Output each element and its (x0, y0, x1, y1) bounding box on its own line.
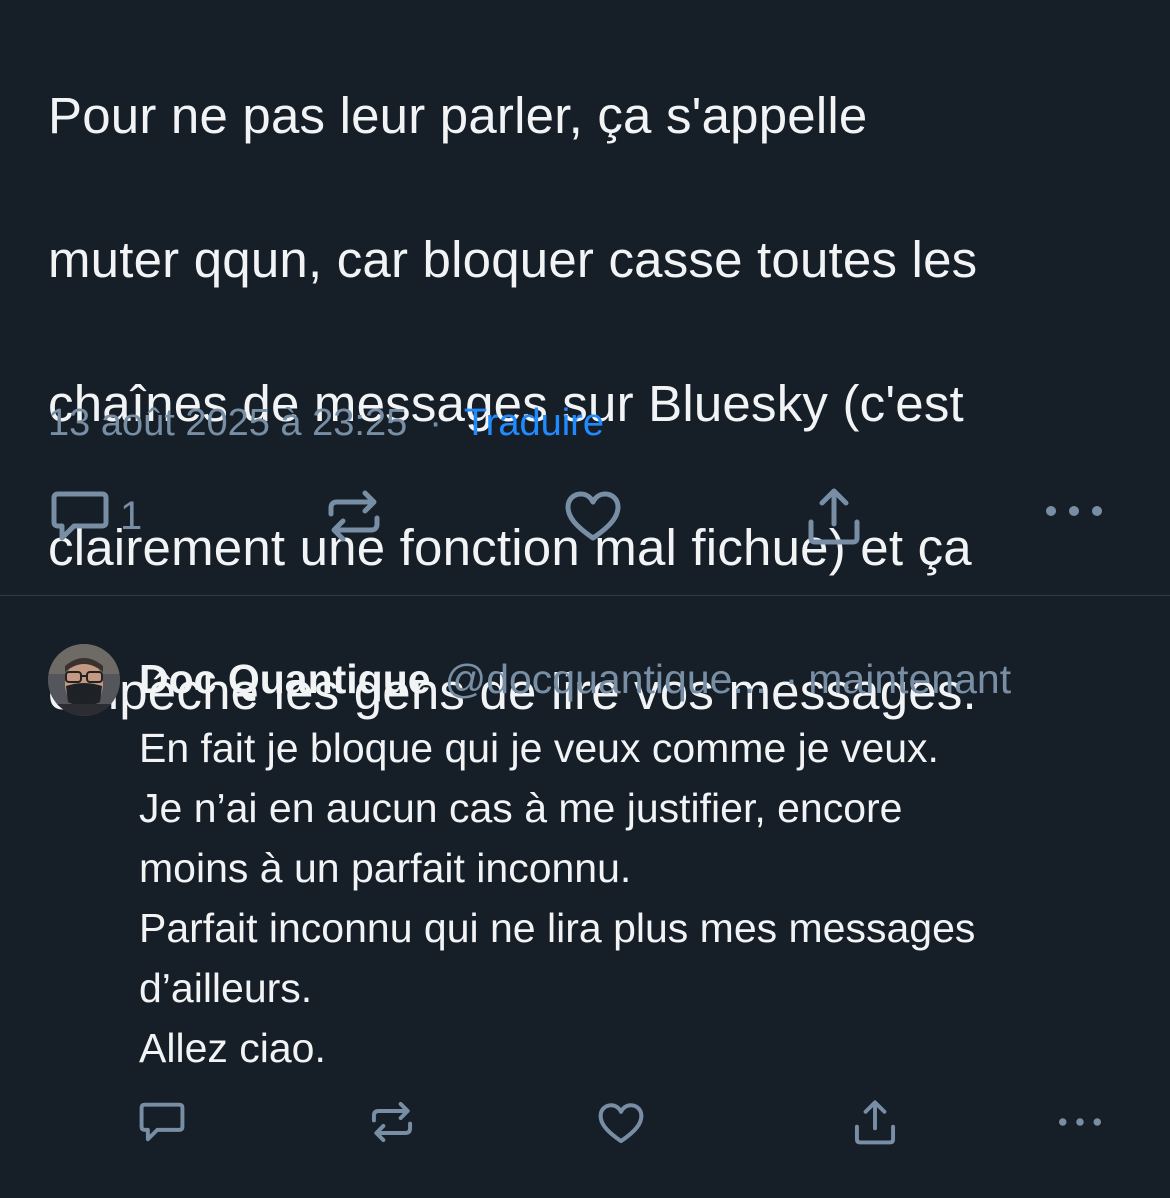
heart-icon (597, 1102, 645, 1146)
heart-icon (564, 490, 622, 544)
meta-separator: · (429, 402, 442, 444)
reply-text: En fait je bloque qui je veux comme je v… (139, 718, 1149, 1078)
share-button[interactable] (853, 1098, 897, 1146)
more-button[interactable] (1056, 1116, 1104, 1128)
author-name[interactable]: Doc Quantique (139, 654, 431, 704)
reply-text-line: En fait je bloque qui je veux comme je v… (139, 725, 939, 771)
share-upload-icon (806, 486, 862, 546)
like-button[interactable] (564, 490, 622, 544)
like-button[interactable] (597, 1102, 645, 1146)
reply-actions (0, 1096, 1170, 1156)
reply-text-line: d’ailleurs. (139, 965, 313, 1011)
reply-text-line: Parfait inconnu qui ne lira plus mes mes… (139, 905, 976, 951)
main-post-text-line: muter qqun, car bloquer casse toutes les (48, 231, 978, 288)
repost-button[interactable] (325, 488, 383, 544)
main-post: Pour ne pas leur parler, ça s'appelle mu… (0, 0, 1170, 720)
repost-arrows-icon (369, 1100, 415, 1144)
main-post-actions: 1 (0, 486, 1170, 546)
more-button[interactable] (1042, 504, 1106, 518)
translate-link[interactable]: Traduire (464, 400, 604, 446)
main-post-text-line: Pour ne pas leur parler, ça s'appelle (48, 87, 868, 144)
ellipsis-icon (1056, 1116, 1104, 1128)
reply-header: Doc Quantique @docquantique... · mainten… (139, 654, 1129, 704)
repost-button[interactable] (369, 1100, 415, 1144)
reply-post[interactable]: Doc Quantique @docquantique... · mainten… (0, 596, 1170, 1198)
header-separator: · (784, 656, 799, 702)
reply-text-line: Allez ciao. (139, 1025, 326, 1071)
reply-button[interactable]: 1 (50, 488, 142, 544)
reply-count: 1 (120, 493, 143, 538)
speech-bubble-icon (50, 488, 110, 544)
repost-arrows-icon (325, 488, 383, 544)
reply-button[interactable] (138, 1100, 186, 1144)
avatar[interactable] (48, 644, 120, 716)
reply-text-line: moins à un parfait inconnu. (139, 845, 632, 891)
post-timestamp: 13 août 2025 à 23:25 (48, 402, 408, 444)
reply-time: maintenant (808, 656, 1012, 702)
reply-text-line: Je n’ai en aucun cas à me justifier, enc… (139, 785, 903, 831)
author-handle[interactable]: @docquantique... (445, 654, 767, 704)
share-upload-icon (853, 1098, 897, 1146)
speech-bubble-icon (138, 1100, 186, 1144)
ellipsis-icon (1042, 504, 1106, 518)
post-meta: 13 août 2025 à 23:25 · Traduire (48, 400, 604, 446)
share-button[interactable] (806, 486, 862, 546)
